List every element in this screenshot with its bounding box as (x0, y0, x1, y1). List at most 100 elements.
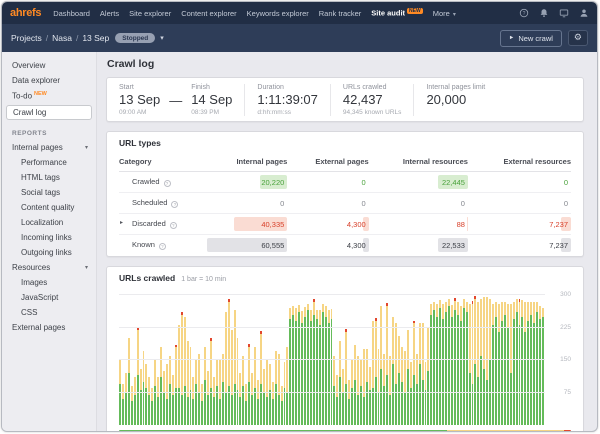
bar-segment (263, 393, 265, 426)
breadcrumb-item-13-sep[interactable]: 13 Sep (82, 33, 109, 43)
chart-bar (380, 306, 382, 425)
chart-bar (386, 303, 388, 425)
column-header-external-pages: External pages (287, 154, 368, 172)
chart-bar (454, 298, 456, 425)
bar-segment (492, 325, 494, 425)
chart-bar (307, 304, 309, 425)
value-text[interactable]: 7,237 (549, 220, 571, 229)
value-text[interactable]: 22,533 (442, 241, 468, 250)
value-text[interactable]: 7,237 (549, 241, 571, 250)
sidebar-item-data-explorer[interactable]: Data explorer (2, 73, 96, 88)
bar-segment (486, 380, 488, 426)
sidebar-item-css[interactable]: CSS (2, 305, 96, 320)
notifications-icon[interactable] (538, 8, 549, 19)
category-cell: Scheduled? (119, 193, 210, 214)
chart-bar (336, 375, 338, 425)
sidebar-item-internal-pages[interactable]: Internal pages▾ (2, 140, 96, 155)
bar-segment (510, 373, 512, 425)
status-badge[interactable]: Stopped (115, 33, 155, 43)
bar-segment (272, 399, 274, 425)
value-text[interactable]: 4,300 (347, 220, 369, 229)
info-icon[interactable]: ? (170, 222, 177, 229)
settings-button[interactable]: ⚙ (568, 30, 588, 46)
nav-item-keywords-explorer[interactable]: Keywords explorer (247, 9, 309, 18)
value-text[interactable]: 20,220 (261, 178, 287, 187)
sidebar-item-performance[interactable]: Performance (2, 155, 96, 170)
info-icon[interactable]: ? (159, 243, 166, 250)
sidebar-item-localization[interactable]: Localization (2, 215, 96, 230)
ahrefs-logo[interactable]: ahrefs (10, 7, 41, 19)
breadcrumb-item-nasa[interactable]: Nasa (52, 33, 72, 43)
chart-bar (501, 302, 503, 426)
nav-item-site-audit[interactable]: Site auditNEW (371, 8, 422, 18)
bar-segment (292, 315, 294, 426)
help-icon[interactable]: ? (518, 8, 529, 19)
gridline (119, 392, 545, 393)
bar-segment (213, 397, 215, 425)
nav-item-content-explorer[interactable]: Content explorer (181, 9, 236, 18)
bar-segment (436, 317, 438, 425)
category-label: Discarded (132, 219, 166, 228)
bar-segment (430, 304, 432, 315)
bar-segment (272, 382, 274, 399)
chart-bar (251, 373, 253, 425)
sidebar-item-external-pages[interactable]: External pages (2, 320, 96, 335)
value-cell: 0 (468, 172, 571, 193)
new-badge: NEW (407, 8, 423, 14)
chart-bar (134, 377, 136, 425)
chart-bar (187, 341, 189, 425)
chart-bar (301, 311, 303, 425)
sidebar-item-resources[interactable]: Resources▾ (2, 260, 96, 275)
chart-bar (527, 302, 529, 426)
value-cell: 0 (210, 193, 288, 214)
bar-segment (466, 312, 468, 425)
nav-item-alerts[interactable]: Alerts (100, 9, 119, 18)
new-crawl-button[interactable]: ► New crawl (500, 30, 562, 47)
bar-segment (140, 369, 142, 391)
sidebar-item-crawl-log[interactable]: Crawl log (6, 105, 92, 120)
display-icon[interactable] (558, 8, 569, 19)
bar-segment (395, 384, 397, 425)
value-text[interactable]: 22,445 (442, 178, 468, 187)
chart-bar (425, 362, 427, 425)
bar-segment (131, 386, 133, 401)
bar-segment (351, 360, 353, 388)
info-icon[interactable]: ? (171, 201, 178, 208)
chart-bar (489, 299, 491, 425)
bar-segment (210, 388, 212, 425)
sidebar-item-images[interactable]: Images (2, 275, 96, 290)
nav-item-site-explorer[interactable]: Site explorer (129, 9, 171, 18)
value-cell: 60,555 (210, 235, 288, 256)
nav-item-more[interactable]: More▾ (433, 9, 456, 18)
breadcrumb-separator: / (46, 33, 48, 43)
bar-segment (275, 384, 277, 425)
sidebar-item-html-tags[interactable]: HTML tags (2, 170, 96, 185)
bar-segment (148, 395, 150, 425)
bar-segment (442, 304, 444, 319)
chart-bar (469, 304, 471, 425)
sidebar-item-incoming-links[interactable]: Incoming links (2, 230, 96, 245)
info-icon[interactable]: ? (164, 180, 171, 187)
sidebar-item-to-do[interactable]: To-doNEW (2, 88, 96, 104)
nav-item-rank-tracker[interactable]: Rank tracker (319, 9, 362, 18)
bar-segment (269, 390, 271, 425)
bar-segment (378, 393, 380, 426)
sidebar-item-overview[interactable]: Overview (2, 58, 96, 73)
sidebar-item-javascript[interactable]: JavaScript (2, 290, 96, 305)
chart-bar (516, 299, 518, 425)
chart-bar (524, 302, 526, 425)
value-text[interactable]: 88 (457, 220, 468, 229)
breadcrumb-item-projects[interactable]: Projects (11, 33, 42, 43)
chevron-down-icon[interactable]: ▾ (160, 34, 164, 42)
chart-bar (207, 371, 209, 425)
sidebar-item-outgoing-links[interactable]: Outgoing links (2, 245, 96, 260)
sidebar-item-content-quality[interactable]: Content quality (2, 200, 96, 215)
value-text[interactable]: 4,300 (347, 241, 369, 250)
sidebar-item-social-tags[interactable]: Social tags (2, 185, 96, 200)
value-text[interactable]: 60,555 (261, 241, 287, 250)
nav-item-dashboard[interactable]: Dashboard (53, 9, 90, 18)
value-text[interactable]: 40,335 (261, 220, 287, 229)
bar-segment (472, 304, 474, 384)
account-icon[interactable] (578, 8, 589, 19)
expand-arrow-icon[interactable]: ▸ (120, 219, 123, 226)
